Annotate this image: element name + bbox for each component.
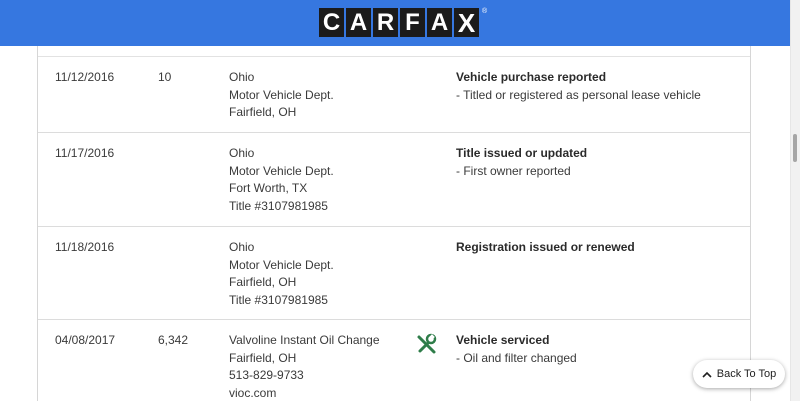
source-line: Ohio [229, 70, 255, 84]
carfax-logo[interactable]: C A R F A X ® [319, 8, 487, 37]
source-line: Motor Vehicle Dept. [229, 257, 334, 272]
record-source: Valvoline Instant Oil Change Fairfield, … [229, 332, 380, 401]
source-line: Motor Vehicle Dept. [229, 87, 334, 102]
comment-heading: Title issued or updated [456, 146, 588, 160]
history-row: 04/08/2017 6,342 Valvoline Instant Oil C… [38, 320, 750, 401]
source-line: Fairfield, OH [229, 350, 297, 365]
source-line: Ohio [229, 146, 255, 160]
chevron-up-icon [702, 371, 712, 378]
record-odometer: 10 [158, 70, 172, 84]
source-line: vioc.com [229, 385, 277, 400]
source-line: Fort Worth, TX [229, 181, 308, 196]
comment-heading: Registration issued or renewed [456, 240, 635, 254]
record-date: 11/12/2016 [55, 70, 115, 84]
history-row: 11/17/2016 Ohio Motor Vehicle Dept. Fort… [38, 133, 750, 227]
back-to-top-label: Back To Top [716, 368, 777, 380]
record-comments: Registration issued or renewed [456, 239, 635, 257]
vehicle-history-table: 11/12/2016 10 Ohio Motor Vehicle Dept. F… [37, 46, 751, 401]
source-line: Fairfield, OH [229, 105, 297, 120]
record-date: 04/08/2017 [55, 333, 116, 347]
record-comments: Vehicle purchase reported - Titled or re… [456, 69, 701, 104]
source-line: Valvoline Instant Oil Change [229, 333, 380, 347]
comment-heading: Vehicle purchase reported [456, 70, 607, 84]
logo-letter: C [319, 8, 344, 37]
logo-letter: A [346, 8, 371, 37]
logo-letter: A [427, 8, 452, 37]
record-date: 11/17/2016 [55, 146, 115, 160]
record-comments: Title issued or updated - First owner re… [456, 145, 587, 180]
source-line: Title #3107981985 [229, 198, 328, 213]
history-row: 11/18/2016 Ohio Motor Vehicle Dept. Fair… [38, 227, 750, 320]
source-line: 513-829-9733 [229, 368, 304, 383]
wrench-screwdriver-icon [416, 333, 438, 361]
record-source: Ohio Motor Vehicle Dept. Fairfield, OH [229, 69, 334, 122]
comment-detail: - Titled or registered as personal lease… [456, 87, 701, 102]
vertical-scrollbar[interactable] [790, 0, 800, 401]
source-line: Title #3107981985 [229, 292, 328, 307]
logo-letter: R [373, 8, 398, 37]
carfax-header: C A R F A X ® [0, 0, 790, 46]
record-comments: Vehicle serviced - Oil and filter change… [456, 332, 577, 367]
scrollbar-thumb[interactable] [793, 134, 797, 162]
comment-heading: Vehicle serviced [456, 333, 550, 347]
history-row: 11/12/2016 10 Ohio Motor Vehicle Dept. F… [38, 57, 750, 133]
record-source: Ohio Motor Vehicle Dept. Fairfield, OH T… [229, 239, 334, 309]
record-odometer: 6,342 [158, 333, 189, 347]
back-to-top-button[interactable]: Back To Top [693, 360, 785, 388]
comment-detail: - Oil and filter changed [456, 350, 577, 365]
logo-letter: F [400, 8, 425, 37]
comment-detail: - First owner reported [456, 163, 571, 178]
record-source: Ohio Motor Vehicle Dept. Fort Worth, TX … [229, 145, 334, 215]
source-line: Motor Vehicle Dept. [229, 163, 334, 178]
registered-mark: ® [482, 8, 488, 15]
logo-letter: X [454, 8, 479, 37]
source-line: Fairfield, OH [229, 275, 297, 290]
record-date: 11/18/2016 [55, 240, 115, 254]
source-line: Ohio [229, 240, 255, 254]
